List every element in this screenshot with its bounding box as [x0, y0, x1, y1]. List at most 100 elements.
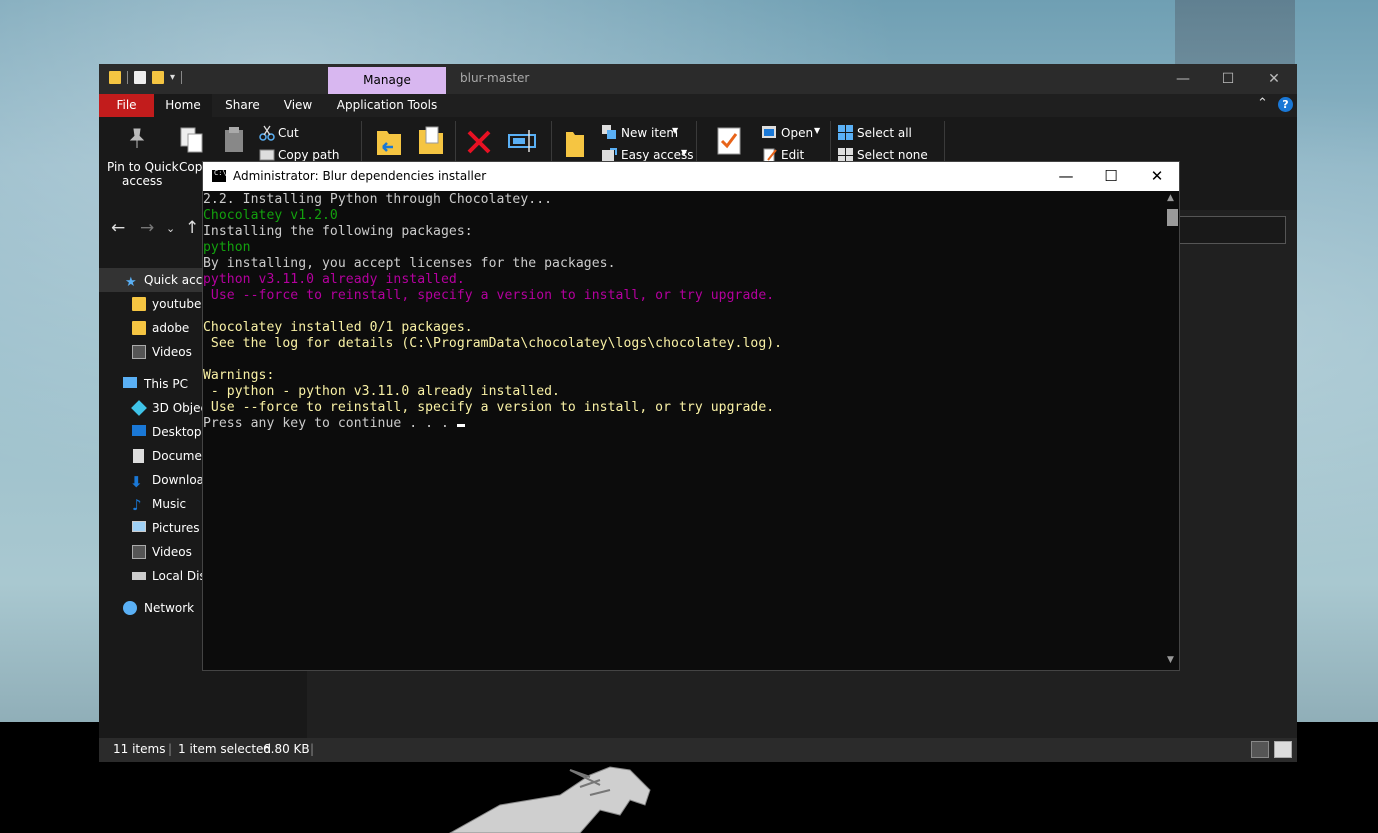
help-icon[interactable]: ?: [1278, 97, 1293, 112]
properties-icon[interactable]: [134, 71, 146, 84]
console-output[interactable]: 2.2. Installing Python through Chocolate…: [203, 191, 1163, 672]
console-line: Use --force to reinstall, specify a vers…: [203, 400, 775, 415]
open-dropdown-icon[interactable]: ▼: [814, 126, 820, 135]
delete-icon[interactable]: [466, 129, 492, 155]
new-item-label[interactable]: New item: [621, 126, 678, 140]
console-line: Use --force to reinstall, specify a vers…: [203, 288, 775, 303]
copy-to-icon[interactable]: [417, 126, 445, 156]
maximize-icon[interactable]: ☐: [1208, 68, 1248, 90]
star-icon: ★: [125, 275, 137, 290]
details-view-icon[interactable]: [1251, 741, 1269, 758]
close-icon[interactable]: ✕: [1254, 68, 1294, 90]
manage-tab[interactable]: Manage: [328, 67, 446, 94]
quick-access-toolbar: ▾: [109, 71, 183, 84]
console-window[interactable]: Administrator: Blur dependencies install…: [202, 161, 1180, 671]
customize-toolbar-icon[interactable]: ▾: [170, 72, 175, 83]
tab-share[interactable]: Share: [215, 94, 270, 117]
properties-large-icon[interactable]: [716, 126, 742, 156]
console-scrollbar[interactable]: ▲ ▼: [1165, 191, 1179, 670]
folder-icon: [132, 297, 146, 311]
nav-label: Documen: [152, 449, 210, 463]
select-all-label[interactable]: Select all: [857, 126, 912, 140]
divider: [127, 71, 128, 84]
easy-access-dropdown-icon[interactable]: ▼: [681, 148, 687, 157]
pictures-icon: [132, 521, 146, 532]
paste-icon[interactable]: [223, 126, 245, 154]
nav-label: This PC: [144, 377, 188, 391]
edit-label[interactable]: Edit: [781, 148, 804, 162]
console-line: Warnings:: [203, 368, 275, 383]
nav-label: youtube: [152, 297, 202, 311]
console-line: See the log for details (C:\ProgramData\…: [203, 336, 783, 351]
console-line: - python - python v3.11.0 already instal…: [203, 384, 560, 399]
explorer-titlebar[interactable]: ▾ Manage blur-master — ☐ ✕: [99, 64, 1297, 94]
select-none-label[interactable]: Select none: [857, 148, 928, 162]
search-box[interactable]: [1174, 216, 1286, 244]
folder-icon[interactable]: [109, 71, 121, 84]
computer-icon: [123, 377, 137, 388]
tab-view[interactable]: View: [273, 94, 323, 117]
maximize-icon[interactable]: ☐: [1088, 162, 1134, 191]
divider: |: [168, 742, 173, 756]
scroll-thumb[interactable]: [1167, 209, 1178, 226]
desktop-icon: [132, 425, 146, 436]
console-line: python v3.11.0 already installed.: [203, 272, 465, 287]
console-line: Chocolatey v1.2.0: [203, 208, 338, 223]
rename-icon[interactable]: [507, 128, 537, 154]
up-icon[interactable]: ↑: [185, 218, 199, 238]
divider: [181, 71, 183, 84]
window-title: blur-master: [460, 71, 530, 85]
copy-path-icon[interactable]: [259, 149, 275, 161]
network-icon: [123, 601, 137, 615]
new-folder-icon[interactable]: [152, 71, 164, 84]
new-item-dropdown-icon[interactable]: ▼: [672, 126, 678, 135]
cube-icon: [131, 400, 147, 416]
pin-to-quick-label-2[interactable]: access: [122, 174, 162, 188]
videos-icon: [132, 345, 146, 359]
console-line: 2.2. Installing Python through Chocolate…: [203, 192, 553, 207]
recent-locations-icon[interactable]: ⌄: [166, 222, 175, 235]
close-icon[interactable]: ✕: [1134, 162, 1180, 191]
open-label[interactable]: Open: [781, 126, 813, 140]
disk-icon: [132, 572, 146, 580]
download-icon: ⬇: [130, 473, 143, 491]
select-all-icon[interactable]: [838, 125, 853, 140]
tab-file[interactable]: File: [99, 94, 154, 117]
item-count: 11 items: [113, 742, 166, 756]
pin-icon[interactable]: [126, 127, 148, 149]
tab-home[interactable]: Home: [154, 94, 212, 117]
minimize-icon[interactable]: —: [1163, 68, 1203, 90]
collapse-ribbon-icon[interactable]: ⌃: [1257, 96, 1268, 111]
ribbon-tabs: File Home Share View Application Tools ⌃…: [99, 94, 1297, 117]
divider: |: [310, 742, 315, 756]
new-item-icon[interactable]: [601, 124, 617, 140]
nav-label: Desktop: [152, 425, 202, 439]
copy-icon[interactable]: [179, 126, 205, 154]
scroll-down-icon[interactable]: ▼: [1167, 655, 1174, 665]
console-line: Press any key to continue . . .: [203, 416, 1163, 432]
new-folder-large-icon[interactable]: [564, 129, 586, 159]
forward-icon[interactable]: →: [140, 218, 154, 238]
videos-icon: [132, 545, 146, 559]
scissors-icon[interactable]: [259, 125, 275, 141]
copy-path-label[interactable]: Copy path: [278, 148, 340, 162]
open-icon[interactable]: [761, 125, 777, 139]
back-icon[interactable]: ←: [111, 218, 125, 238]
pin-to-quick-label[interactable]: Pin to Quick: [107, 160, 179, 174]
nav-label: Quick acce: [144, 273, 210, 287]
status-bar: 11 items | 1 item selected 6.80 KB |: [99, 738, 1297, 762]
nav-label: Videos: [152, 345, 192, 359]
terminal-icon: [212, 169, 227, 182]
horse-logo-icon: [448, 766, 651, 833]
scroll-up-icon[interactable]: ▲: [1167, 193, 1174, 203]
console-line: Chocolatey installed 0/1 packages.: [203, 320, 473, 335]
large-icons-view-icon[interactable]: [1274, 741, 1292, 758]
cut-label[interactable]: Cut: [278, 126, 299, 140]
console-titlebar[interactable]: Administrator: Blur dependencies install…: [203, 162, 1179, 191]
tab-application-tools[interactable]: Application Tools: [328, 94, 446, 117]
folder-icon: [132, 321, 146, 335]
minimize-icon[interactable]: —: [1043, 162, 1089, 191]
console-line: By installing, you accept licenses for t…: [203, 256, 616, 271]
move-to-icon[interactable]: [375, 127, 403, 157]
